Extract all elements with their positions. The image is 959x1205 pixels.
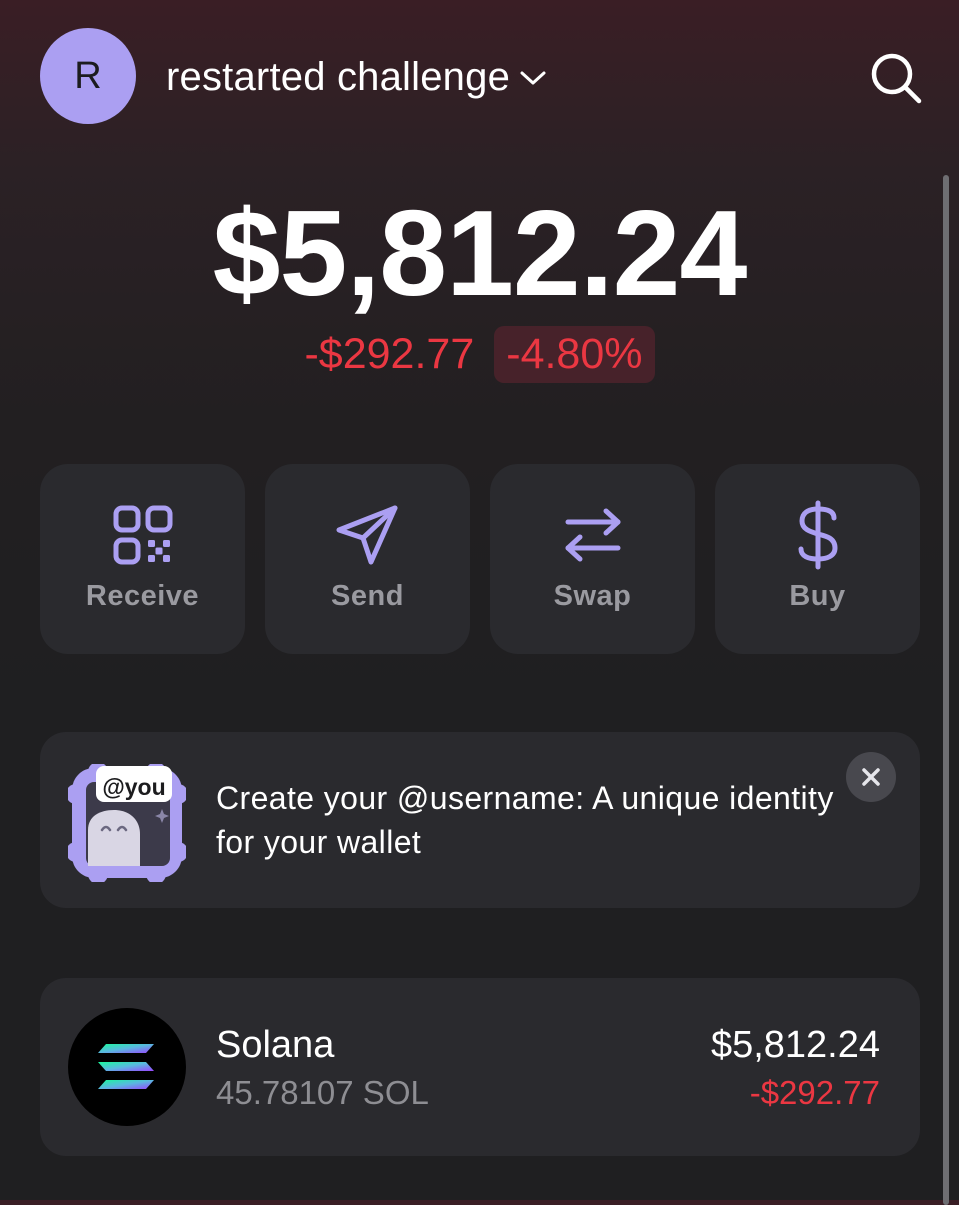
qr-code-icon bbox=[113, 505, 172, 565]
chevron-down-icon bbox=[520, 71, 546, 85]
username-promo-banner[interactable]: @you Create your @username: A unique ide… bbox=[40, 732, 920, 908]
header: R restarted challenge bbox=[0, 0, 959, 150]
receive-label: Receive bbox=[85, 580, 200, 612]
token-amount: 45.78107 SOL bbox=[216, 1074, 429, 1111]
token-row-solana[interactable]: Solana 45.78107 SOL $5,812.24 -$292.77 bbox=[40, 978, 920, 1156]
change-percent-badge: -4.80% bbox=[494, 326, 655, 383]
paper-plane-icon bbox=[336, 505, 397, 565]
account-name: restarted challenge bbox=[166, 54, 511, 99]
buy-label: Buy bbox=[789, 580, 846, 612]
buy-button[interactable]: Buy bbox=[715, 464, 920, 654]
dollar-icon bbox=[798, 500, 838, 570]
solana-logo-icon bbox=[68, 1008, 186, 1126]
swap-button[interactable]: Swap bbox=[490, 464, 695, 654]
account-switcher[interactable]: restarted challenge bbox=[166, 54, 548, 100]
swap-arrows-icon bbox=[565, 508, 620, 562]
close-banner-button[interactable] bbox=[846, 752, 896, 802]
banner-text: Create your @username: A unique identity… bbox=[216, 780, 834, 860]
swap-label: Swap bbox=[553, 580, 632, 612]
total-balance: $5,812.24 bbox=[212, 185, 748, 321]
account-avatar[interactable]: R bbox=[40, 28, 136, 124]
balance-change: -$292.77 -4.80% bbox=[0, 326, 959, 383]
token-value: $5,812.24 bbox=[710, 1024, 880, 1066]
close-icon bbox=[862, 768, 880, 786]
search-icon[interactable] bbox=[868, 50, 924, 106]
send-label: Send bbox=[331, 580, 404, 612]
token-name: Solana bbox=[216, 1024, 335, 1066]
change-amount: -$292.77 bbox=[304, 330, 475, 378]
token-change: -$292.77 bbox=[749, 1074, 880, 1111]
username-badge: @you bbox=[102, 774, 166, 800]
action-buttons: Receive Send Swap Buy bbox=[40, 464, 920, 654]
send-button[interactable]: Send bbox=[265, 464, 470, 654]
receive-button[interactable]: Receive bbox=[40, 464, 245, 654]
